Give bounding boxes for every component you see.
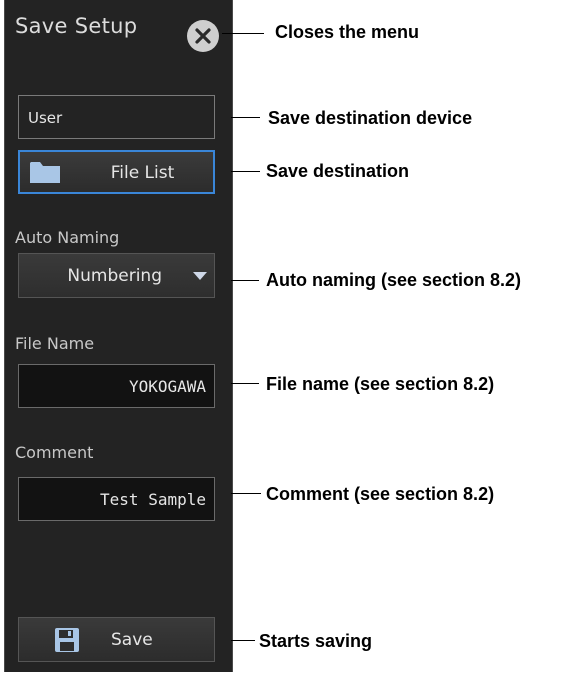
auto-naming-dropdown[interactable]: Numbering [18, 253, 215, 298]
callout-comment: Comment (see section 8.2) [266, 484, 495, 504]
callout-file-name: File name (see section 8.2) [266, 374, 495, 394]
callout-save-destination: Save destination [266, 161, 410, 181]
leader-line [231, 383, 259, 384]
leader-line [222, 33, 264, 34]
callout-auto-naming: Auto naming (see section 8.2) [266, 270, 522, 290]
file-name-label: File Name [15, 334, 95, 353]
auto-naming-label: Auto Naming [15, 228, 120, 247]
file-list-button[interactable]: File List [18, 150, 215, 194]
save-button[interactable]: Save [18, 617, 215, 662]
leader-line [231, 493, 261, 494]
auto-naming-value: Numbering [67, 266, 162, 286]
file-name-input[interactable]: YOKOGAWA [18, 364, 215, 408]
comment-label: Comment [15, 443, 94, 462]
leader-line [231, 280, 259, 281]
panel-title: Save Setup [15, 14, 138, 38]
leader-line [231, 171, 260, 172]
callout-save-destination-device: Save destination device [268, 108, 473, 128]
floppy-disk-icon [55, 628, 79, 652]
file-list-label: File List [110, 163, 175, 183]
save-destination-device-field[interactable]: User [18, 95, 215, 139]
leader-line [231, 117, 260, 118]
close-icon [195, 28, 211, 44]
chevron-down-icon [193, 272, 207, 280]
comment-input[interactable]: Test Sample [18, 477, 215, 521]
close-button[interactable] [187, 20, 219, 52]
file-name-value: YOKOGAWA [128, 377, 206, 396]
callout-starts-saving: Starts saving [259, 631, 373, 651]
save-destination-device-value: User [28, 109, 63, 127]
leader-line [231, 640, 255, 641]
save-setup-panel: Save Setup User File List Auto Naming Nu… [4, 0, 233, 672]
callout-close: Closes the menu [275, 22, 420, 42]
save-label: Save [111, 630, 153, 650]
comment-value: Test Sample [100, 490, 206, 509]
